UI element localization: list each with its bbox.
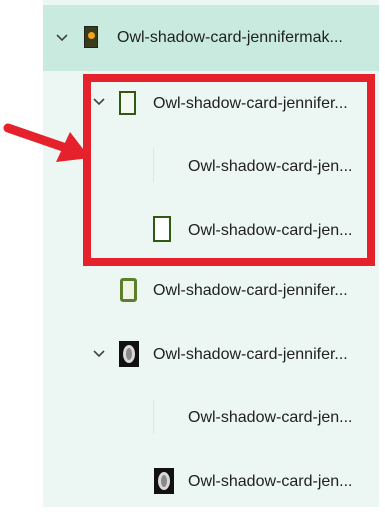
layer-label: Owl-shadow-card-jennifer... xyxy=(153,95,348,112)
layer-row[interactable]: Owl-shadow-card-jennifermak... xyxy=(43,5,379,71)
layer-row[interactable]: Owl-shadow-card-jennifer... xyxy=(43,258,379,324)
layer-label: Owl-shadow-card-jennifermak... xyxy=(117,29,343,46)
layer-thumbnail-icon xyxy=(154,468,174,494)
layer-label: Owl-shadow-card-jen... xyxy=(188,409,353,426)
layer-label: Owl-shadow-card-jen... xyxy=(188,473,353,490)
layer-label: Owl-shadow-card-jennifer... xyxy=(153,282,348,299)
layer-row[interactable]: Owl-shadow-card-jen... xyxy=(43,385,379,451)
layer-thumbnail-icon xyxy=(119,91,136,115)
chevron-down-icon[interactable] xyxy=(93,349,105,359)
pointer-arrow-icon xyxy=(3,123,90,162)
layer-row[interactable]: Owl-shadow-card-jen... xyxy=(43,198,379,264)
layer-thumbnail-icon xyxy=(120,278,137,302)
layer-row[interactable]: Owl-shadow-card-jennifer... xyxy=(43,322,379,388)
layer-label: Owl-shadow-card-jennifer... xyxy=(153,346,348,363)
layer-thumbnail-icon xyxy=(153,216,171,242)
layer-label: Owl-shadow-card-jen... xyxy=(188,222,353,239)
layer-thumbnail-icon xyxy=(84,26,98,48)
chevron-down-icon[interactable] xyxy=(56,33,68,43)
chevron-down-icon[interactable] xyxy=(93,97,105,107)
layer-row[interactable]: Owl-shadow-card-jen... xyxy=(43,449,379,515)
layer-label: Owl-shadow-card-jen... xyxy=(188,158,353,175)
layer-thumbnail-icon xyxy=(119,341,139,367)
